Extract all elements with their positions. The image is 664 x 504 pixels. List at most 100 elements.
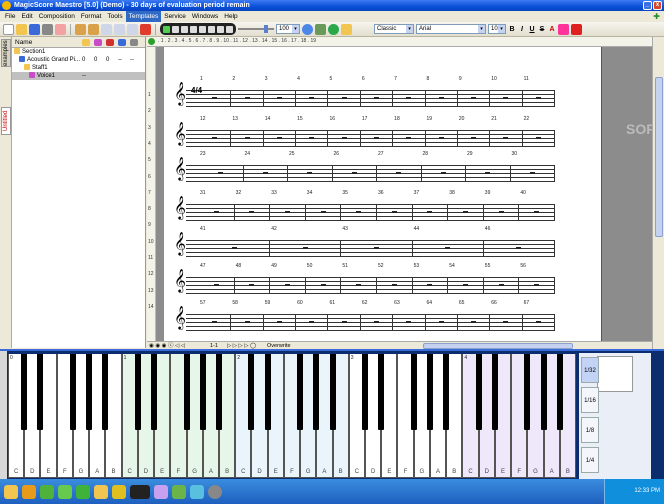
menu-help[interactable]: Help	[221, 11, 240, 22]
piano-black-key[interactable]	[199, 354, 206, 430]
settings-icon[interactable]	[208, 484, 222, 499]
keyboard-scroll-left[interactable]	[0, 351, 7, 479]
save-icon[interactable]	[29, 23, 40, 35]
staff-system[interactable]: 𝄞 47 48 49 50 51 52 53 54 55 56	[174, 263, 555, 300]
note-duration-grid[interactable]	[597, 356, 633, 392]
record-icon[interactable]	[172, 25, 179, 33]
piano-black-key[interactable]	[183, 354, 190, 430]
keyboard-icon[interactable]	[130, 484, 150, 499]
font-color-button[interactable]: A	[548, 26, 556, 33]
underline-button[interactable]: U	[528, 26, 536, 33]
chord-icon[interactable]	[40, 484, 54, 499]
staff-system[interactable]: 𝄞 41 42 43 44 46	[174, 226, 555, 263]
menu-tools[interactable]: Tools	[104, 11, 125, 22]
vertical-scroll-thumb[interactable]	[655, 77, 663, 237]
help-icon[interactable]	[302, 23, 313, 35]
menu-edit[interactable]: Edit	[18, 11, 35, 22]
piano-black-key[interactable]	[151, 354, 158, 430]
volume-slider-knob[interactable]	[264, 25, 268, 33]
font-combo[interactable]: Arial ▾	[416, 24, 486, 34]
piano-black-key[interactable]	[102, 354, 109, 430]
piano-black-key[interactable]	[248, 354, 255, 430]
restore-window-icon[interactable]: ✚	[653, 12, 660, 21]
piano-black-key[interactable]	[475, 354, 482, 430]
forward-icon[interactable]	[208, 25, 215, 33]
piano-black-key[interactable]	[362, 354, 369, 430]
duration-button[interactable]: 1/8	[581, 417, 599, 443]
guitar-fret-icon[interactable]	[154, 484, 168, 499]
piano-black-key[interactable]	[86, 354, 93, 430]
piano-black-key[interactable]	[313, 354, 320, 430]
tree-row[interactable]: Acoustic Grand Pi... 0 0 0 -- --	[12, 56, 145, 64]
lightbulb-icon[interactable]	[341, 23, 352, 35]
piano-black-key[interactable]	[21, 354, 28, 430]
piano-black-key[interactable]	[37, 354, 44, 430]
piano-black-key[interactable]	[297, 354, 304, 430]
menu-service[interactable]: Service	[161, 11, 189, 22]
arrow-icon[interactable]	[112, 484, 126, 499]
redo-icon[interactable]	[88, 23, 99, 35]
duration-button[interactable]: 1/4	[581, 447, 599, 473]
piano-black-key[interactable]	[134, 354, 141, 430]
rewind-icon[interactable]	[181, 25, 188, 33]
style-combo[interactable]: Classic ▾	[374, 24, 414, 34]
print-icon[interactable]	[42, 23, 53, 35]
menu-format[interactable]: Format	[78, 11, 105, 22]
duration-button[interactable]: 1/16	[581, 387, 599, 413]
delete-icon[interactable]	[140, 23, 151, 35]
score-page[interactable]: 𝄞 4/4 1 2 3 4 5 6 7 8 9 10 11 𝄞 12 13 14 15 16 17 18 19 20 21 22…	[164, 47, 602, 341]
strike-button[interactable]: S	[538, 26, 546, 33]
minimize-button[interactable]: _	[643, 1, 652, 10]
horizontal-scrollbar[interactable]: ◉ ◉ ◉ ⓒ ◁ ◁ 1-1 ▷ ▷ ▷ ▷ ◯ Overwrite	[147, 341, 652, 349]
open-folder-icon[interactable]	[16, 23, 27, 35]
zoom-combo[interactable]: 100 ▾	[276, 24, 300, 34]
paste-icon[interactable]	[127, 23, 138, 35]
tree-row[interactable]: Staff1	[12, 64, 145, 72]
guitar-icon[interactable]	[94, 484, 108, 499]
close-button[interactable]: x	[653, 1, 662, 10]
tree-row[interactable]: Voice1 --	[12, 72, 145, 80]
tab-untitled[interactable]: Untitled	[1, 107, 11, 135]
note-icon[interactable]	[4, 484, 18, 499]
vertical-scrollbar[interactable]	[652, 37, 664, 349]
mixer-icon[interactable]	[315, 23, 326, 35]
score-view[interactable]: 𝄞 4/4 1 2 3 4 5 6 7 8 9 10 11 𝄞 12 13 14 15 16 17 18 19 20 21 22…	[156, 47, 652, 341]
piano-black-key[interactable]	[378, 354, 385, 430]
drum-icon[interactable]	[172, 484, 186, 499]
undo-icon[interactable]	[75, 23, 86, 35]
globe-icon[interactable]	[328, 23, 339, 35]
italic-button[interactable]: I	[518, 26, 526, 33]
menu-windows[interactable]: Windows	[189, 11, 221, 22]
ruler-origin-icon[interactable]	[148, 38, 155, 45]
print-preview-icon[interactable]	[55, 23, 66, 35]
stop-icon[interactable]	[199, 25, 206, 33]
piano-black-key[interactable]	[426, 354, 433, 430]
staff-system[interactable]: 𝄞 31 32 33 34 35 36 37 38 39 40	[174, 190, 555, 227]
piano-black-key[interactable]	[443, 354, 450, 430]
piano-black-key[interactable]	[524, 354, 531, 430]
loop-icon[interactable]	[226, 25, 233, 33]
duration-button[interactable]: 1/32	[581, 357, 599, 383]
new-file-icon[interactable]	[3, 23, 14, 35]
piano-black-key[interactable]	[410, 354, 417, 430]
staff-system[interactable]: 𝄞 4/4 1 2 3 4 5 6 7 8 9 10 11	[174, 76, 555, 113]
stop-red-icon[interactable]	[571, 23, 582, 35]
menu-file[interactable]: File	[2, 11, 18, 22]
play-icon[interactable]	[163, 25, 170, 33]
pause-icon[interactable]	[190, 25, 197, 33]
menu-templates[interactable]: Templates	[125, 11, 162, 22]
staff-system[interactable]: 𝄞 23 24 25 26 27 28 29 30	[174, 151, 555, 188]
staff-system[interactable]: 𝄞 57 58 59 60 61 62 63 64 65 66 67	[174, 300, 555, 337]
piano-black-key[interactable]	[69, 354, 76, 430]
copy-icon[interactable]	[114, 23, 125, 35]
volume-slider[interactable]	[238, 25, 274, 33]
chord-cm-icon[interactable]	[76, 484, 90, 499]
lyrics-icon[interactable]	[58, 484, 72, 499]
tree-row[interactable]: Section1	[12, 48, 145, 56]
menu-composition[interactable]: Composition	[36, 11, 78, 22]
font-size-combo[interactable]: 10 ▾	[488, 24, 506, 34]
piano-black-key[interactable]	[491, 354, 498, 430]
piano-black-key[interactable]	[215, 354, 222, 430]
cut-icon[interactable]	[101, 23, 112, 35]
bold-button[interactable]: B	[508, 26, 516, 33]
